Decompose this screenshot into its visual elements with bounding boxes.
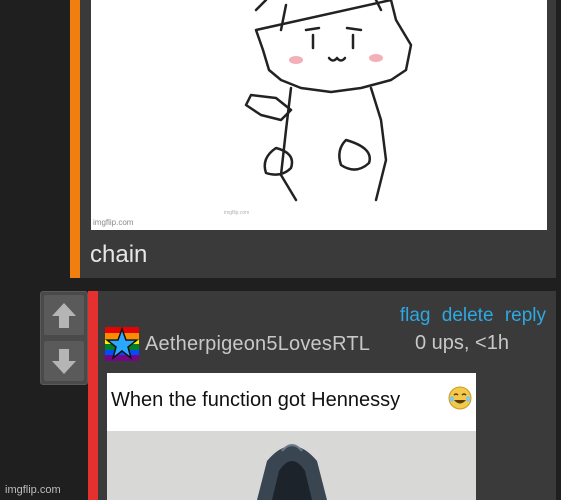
reply-link[interactable]: reply [505,305,546,326]
comment-text: chain [90,241,148,268]
downvote-button[interactable] [44,341,84,381]
parent-comment: imgflip.com imgflip.com chain [70,0,556,278]
upvote-button[interactable] [44,295,84,335]
cartoon-cat-drawing [244,0,413,202]
meme-image[interactable]: When the function got Hennessy [107,373,476,500]
username-link[interactable]: Aetherpigeon5LovesRTL [145,333,370,356]
watermark-small: imgflip.com [224,210,250,216]
avatar[interactable] [105,327,139,361]
comment-accent-bar [88,291,98,500]
reply-comment: flag delete reply Aetherpigeon5LovesRTL … [88,291,556,500]
meme-caption: When the function got Hennessy [111,389,401,411]
vote-buttons [40,291,88,385]
delete-link[interactable]: delete [442,305,494,326]
imgflip-watermark: imgflip.com [5,484,61,496]
hooded-figure-image [257,444,327,500]
laughing-emoji-icon [448,386,472,410]
meme-caption-bar: When the function got Hennessy [107,373,476,431]
arrow-down-icon [52,349,76,374]
arrow-up-icon [52,303,76,328]
meme-photo [107,431,476,500]
rainbow-star-icon [105,327,139,361]
comment-accent-bar [70,0,80,278]
comment-meta: 0 ups, <1h [415,332,509,354]
watermark: imgflip.com [93,218,134,227]
flag-link[interactable]: flag [400,305,431,326]
meme-image[interactable]: imgflip.com imgflip.com [91,0,547,230]
comment-actions: flag delete reply [394,305,546,327]
